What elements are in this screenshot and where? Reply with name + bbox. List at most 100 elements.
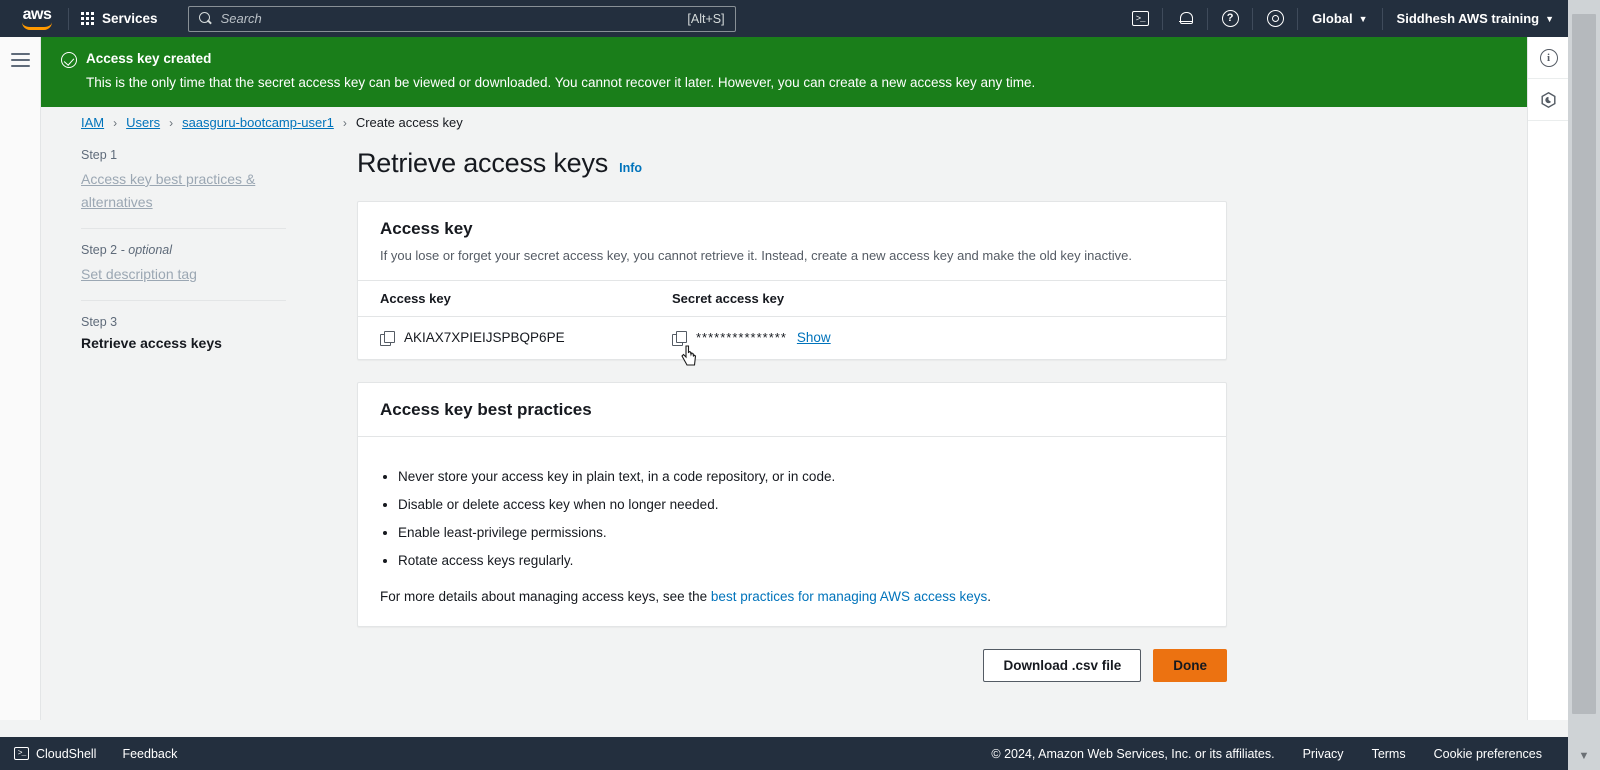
scrollbar-thumb[interactable] <box>1572 14 1596 714</box>
bell-icon <box>1178 11 1193 27</box>
banner-message: This is the only time that the secret ac… <box>86 75 1036 90</box>
success-banner: Access key created This is the only time… <box>41 37 1527 107</box>
content-area: IAM › Users › saasguru-bootcamp-user1 › … <box>41 107 1527 720</box>
top-navigation-bar: aws Services [Alt+S] >_ ? Global ▼ <box>0 0 1568 37</box>
access-key-table-header: Access key Secret access key <box>358 280 1226 317</box>
feedback-button[interactable]: Feedback <box>122 747 177 761</box>
gear-icon <box>1266 10 1284 27</box>
privacy-link[interactable]: Privacy <box>1303 747 1344 761</box>
step-divider <box>81 300 286 301</box>
page-title: Retrieve access keys <box>357 148 609 178</box>
step-1-number: Step 1 <box>81 148 118 162</box>
right-side-panel-rail: i <box>1527 37 1569 720</box>
grid-icon <box>81 12 94 25</box>
access-key-card-subtitle: If you lose or forget your secret access… <box>380 248 1132 263</box>
search-shortcut-hint: [Alt+S] <box>687 11 725 26</box>
services-label: Services <box>102 11 158 26</box>
step-divider <box>81 228 286 229</box>
footer-suffix: . <box>987 589 992 604</box>
info-circle-icon: i <box>1539 48 1558 67</box>
secret-access-key-cell: *************** Show <box>672 330 1204 346</box>
breadcrumb-item-user[interactable]: saasguru-bootcamp-user1 <box>182 115 334 130</box>
column-header-access-key: Access key <box>380 291 451 306</box>
access-key-value: AKIAX7XPIEIJSPBQP6PE <box>404 330 565 345</box>
region-selector[interactable]: Global ▼ <box>1298 0 1381 37</box>
scrollbar-down-arrow-icon[interactable]: ▼ <box>1568 746 1600 766</box>
search-input[interactable] <box>212 11 688 26</box>
bottom-status-bar: >_ CloudShell Feedback © 2024, Amazon We… <box>0 737 1568 770</box>
breadcrumb-item-current: Create access key <box>355 115 463 130</box>
left-navigation-rail <box>0 37 41 720</box>
notifications-button[interactable] <box>1163 0 1207 37</box>
breadcrumb-separator: › <box>113 115 118 130</box>
access-key-cell: AKIAX7XPIEIJSPBQP6PE <box>380 330 672 346</box>
footer-prefix: For more details about managing access k… <box>380 589 711 604</box>
done-button[interactable]: Done <box>1153 649 1227 682</box>
best-practices-list: Never store your access key in plain tex… <box>398 463 1204 575</box>
cloudshell-label: CloudShell <box>36 746 97 761</box>
cookie-preferences-link[interactable]: Cookie preferences <box>1434 747 1542 761</box>
best-practices-card: Access key best practices Never store yo… <box>357 382 1227 627</box>
step-2-link[interactable]: Set description tag <box>81 263 197 286</box>
copy-icon[interactable] <box>380 330 395 346</box>
copy-icon[interactable] <box>672 330 687 346</box>
access-key-card-title: Access key <box>380 219 473 238</box>
account-menu[interactable]: Siddhesh AWS training ▼ <box>1383 0 1568 37</box>
aws-logo-smile <box>22 22 52 30</box>
banner-title: Access key created <box>86 51 212 66</box>
access-key-card: Access key If you lose or forget your se… <box>357 201 1227 360</box>
step-1-link[interactable]: Access key best practices & alternatives <box>81 168 271 214</box>
wizard-step-1: Step 1 Access key best practices & alter… <box>81 148 331 228</box>
cloudshell-icon: >_ <box>14 747 29 760</box>
list-item: Enable least-privilege permissions. <box>398 519 1204 547</box>
breadcrumb-separator: › <box>342 115 347 130</box>
breadcrumb: IAM › Users › saasguru-bootcamp-user1 › … <box>41 107 1527 130</box>
hexagon-icon <box>1541 91 1556 108</box>
wizard-step-3: Step 3 Retrieve access keys <box>81 315 331 367</box>
step-2-number: Step 2 - optional <box>81 243 173 257</box>
best-practices-doc-link[interactable]: best practices for managing AWS access k… <box>711 589 987 604</box>
cloudshell-button[interactable]: >_ <box>1118 0 1162 37</box>
breadcrumb-item-users[interactable]: Users <box>126 115 160 130</box>
info-link[interactable]: Info <box>619 161 642 175</box>
services-menu-button[interactable]: Services <box>69 0 170 37</box>
hamburger-menu-icon[interactable] <box>10 53 30 67</box>
feedback-label: Feedback <box>122 746 178 761</box>
aws-logo[interactable]: aws <box>6 5 68 30</box>
best-practices-footer: For more details about managing access k… <box>380 589 1204 604</box>
breadcrumb-item-iam[interactable]: IAM <box>81 115 104 130</box>
list-item: Never store your access key in plain tex… <box>398 463 1204 491</box>
global-search-box[interactable]: [Alt+S] <box>187 5 736 32</box>
best-practices-title: Access key best practices <box>380 400 592 419</box>
cloudshell-launch-button[interactable]: >_ CloudShell <box>14 747 96 761</box>
wizard-steps-sidebar: Step 1 Access key best practices & alter… <box>41 148 331 682</box>
step-3-number: Step 3 <box>81 315 118 329</box>
main-column: Retrieve access keys Info Access key If … <box>331 148 1527 682</box>
chevron-down-icon: ▼ <box>1545 13 1554 24</box>
list-item: Disable or delete access key when no lon… <box>398 491 1204 519</box>
shortcuts-panel-button[interactable] <box>1528 79 1569 121</box>
column-header-secret-access-key: Secret access key <box>672 291 785 306</box>
settings-button[interactable] <box>1253 0 1297 37</box>
terms-link[interactable]: Terms <box>1372 747 1406 761</box>
check-circle-icon <box>61 52 77 68</box>
help-button[interactable]: ? <box>1208 0 1252 37</box>
info-panel-button[interactable]: i <box>1528 37 1569 79</box>
chevron-down-icon: ▼ <box>1358 13 1368 24</box>
cloudshell-icon: >_ <box>1131 11 1149 26</box>
download-csv-button[interactable]: Download .csv file <box>983 649 1142 682</box>
show-secret-link[interactable]: Show <box>797 330 831 345</box>
page-container: i Access key created This is the only ti… <box>0 37 1569 720</box>
breadcrumb-separator: › <box>169 115 174 130</box>
region-label: Global <box>1312 11 1353 26</box>
step-3-label: Retrieve access keys <box>81 335 222 351</box>
page-scrollbar[interactable]: ▼ <box>1568 0 1600 770</box>
aws-logo-text: aws <box>22 5 52 23</box>
question-mark-icon: ? <box>1221 10 1239 27</box>
copyright-text: © 2024, Amazon Web Services, Inc. or its… <box>991 746 1275 761</box>
secret-access-key-masked: *************** <box>696 330 787 345</box>
wizard-step-2: Step 2 - optional Set description tag <box>81 243 331 300</box>
action-buttons: Download .csv file Done <box>357 649 1227 682</box>
top-nav-right-group: >_ ? Global ▼ Siddhesh AWS training ▼ <box>1118 0 1568 37</box>
search-icon <box>198 11 213 26</box>
